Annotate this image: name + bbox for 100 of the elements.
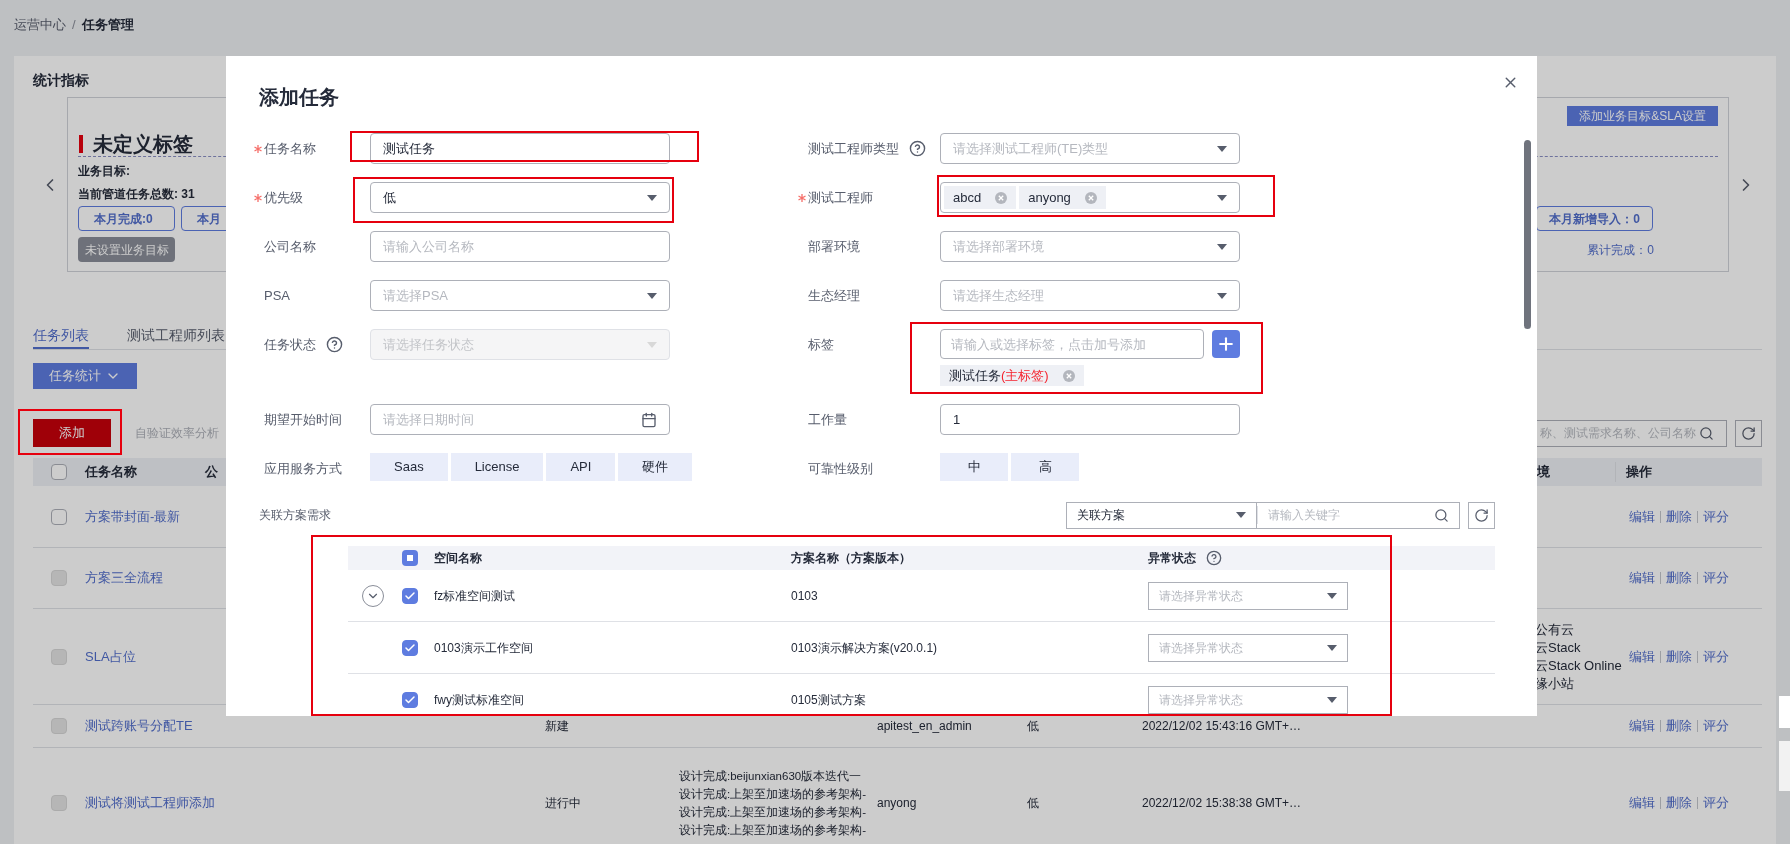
goal-label: 业务目标: <box>78 163 130 180</box>
field-label: 应用服务方式 <box>264 459 342 478</box>
checkbox[interactable] <box>402 587 418 604</box>
table-cell-text: 0103 <box>790 587 819 605</box>
table-cell-text: 0103演示解决方案(v20.0.1) <box>790 639 939 657</box>
field-label: 优先级 <box>264 188 303 207</box>
table-cell: anyong <box>877 795 917 810</box>
field-label: 可靠性级别 <box>808 459 873 478</box>
table-cell-text: 设计完成:上架至加速场的参考架构- <box>679 786 868 802</box>
select-field[interactable]: abcd anyong <box>940 182 1240 213</box>
table-cell-text: 设计完成:beijunxian630版本迭代一 <box>679 768 863 784</box>
option-button[interactable]: License <box>450 453 544 481</box>
table-cell: 低 <box>1027 719 1039 733</box>
total-text: 当前管道任务总数: 31 <box>78 186 195 203</box>
refresh-icon <box>1474 507 1489 523</box>
caret-icon <box>1217 292 1227 299</box>
column-header: 境 <box>1536 463 1551 482</box>
checkbox[interactable] <box>51 508 67 525</box>
scrollbar-thumb[interactable] <box>1524 140 1531 329</box>
action-link[interactable]: 删除 <box>1666 506 1692 527</box>
tab[interactable]: 测试工程师列表 <box>127 324 225 349</box>
column-header: 空间名称 <box>433 550 483 567</box>
add-button[interactable]: 添加 <box>33 419 111 447</box>
table-cell: 2022/12/02 15:43:16 GMT+… <box>1142 719 1302 733</box>
remove-icon[interactable] <box>1062 369 1075 382</box>
caret-icon <box>1327 644 1337 651</box>
field-label: 任务状态 <box>264 335 316 354</box>
action-link[interactable]: 评分 <box>1703 506 1729 527</box>
table-cell-text: 0103演示工作空间 <box>433 639 534 657</box>
field-label: 工作量 <box>808 410 847 429</box>
table-cell-text: fwy测试标准空间 <box>433 691 525 709</box>
expand-toggle[interactable] <box>362 584 384 607</box>
checkbox[interactable] <box>402 550 418 566</box>
caret-icon <box>1327 592 1337 599</box>
section-label: 关联方案需求 <box>259 507 331 524</box>
refresh-button[interactable] <box>1468 501 1495 529</box>
check-icon <box>404 641 416 654</box>
caret-icon <box>647 292 657 299</box>
field-label: 测试工程师 <box>808 188 873 207</box>
text-field[interactable]: 1 <box>940 404 1240 435</box>
option-button[interactable]: 中 <box>940 453 1008 481</box>
checkbox[interactable] <box>402 639 418 656</box>
filter-select[interactable]: 关联方案 <box>1066 501 1257 529</box>
option-button[interactable]: 硬件 <box>618 453 693 481</box>
field-label: 标签 <box>808 335 834 354</box>
field-label: 部署环境 <box>808 237 860 256</box>
field-label: PSA <box>264 286 290 305</box>
action-link[interactable]: 编辑 <box>1629 506 1655 527</box>
remove-icon[interactable] <box>995 191 1008 204</box>
calendar-icon <box>641 411 657 428</box>
text-field[interactable]: 请输入公司名称 <box>370 231 670 262</box>
check-icon <box>404 589 416 602</box>
field-label: 测试工程师类型 <box>808 139 899 158</box>
table-cell: 进行中 <box>545 795 581 810</box>
card-title: 未定义标签 <box>93 132 193 156</box>
cumulative-text: 累计完成：0 <box>1587 241 1654 259</box>
stat-button[interactable]: 本月完成:0 <box>78 206 175 231</box>
caret-icon <box>1217 194 1227 201</box>
option-button[interactable]: 高 <box>1011 453 1079 481</box>
stats-dropdown-button[interactable]: 任务统计 <box>33 363 137 389</box>
caret-icon <box>1327 696 1337 703</box>
table-cell-text: 0105测试方案 <box>790 691 867 709</box>
column-header: 任务名称 <box>85 463 138 482</box>
table-cell: 低 <box>1027 795 1039 810</box>
section-title: 统计指标 <box>33 72 89 88</box>
checkbox[interactable] <box>402 691 418 708</box>
table-cell-text: 设计完成:上架至加速场的参考架构- <box>679 804 868 820</box>
refresh-icon <box>1741 425 1756 441</box>
breadcrumb-item[interactable]: 运营中心 <box>14 15 66 35</box>
search-icon[interactable] <box>1434 507 1449 523</box>
search-icon[interactable] <box>1699 425 1714 441</box>
check-icon <box>404 693 416 706</box>
tag-input-field[interactable]: 请输入或选择标签，点击加号添加 <box>940 329 1204 359</box>
option-button[interactable]: API <box>546 453 616 481</box>
select-field[interactable]: 低 <box>370 182 670 213</box>
column-header: 方案名称（方案版本） <box>790 550 912 567</box>
table-cell: 新建 <box>545 719 569 733</box>
dialog-title: 添加任务 <box>259 86 339 108</box>
field-label: 任务名称 <box>264 139 316 158</box>
caret-icon <box>647 341 657 348</box>
table-cell-text: fz标准空间测试 <box>433 587 517 605</box>
tab[interactable]: 任务列表 <box>33 324 89 349</box>
plus-icon <box>1216 334 1236 354</box>
column-header: 异常状态 <box>1148 550 1196 567</box>
checkbox[interactable] <box>51 464 67 480</box>
table-cell-text: 设计完成:上架至加速场的参考架构- <box>679 822 868 838</box>
table-cell-text: 公有云 <box>1535 620 1575 639</box>
column-header: 操作 <box>1615 462 1762 482</box>
unset-goal-button[interactable]: 未设置业务目标 <box>78 237 175 262</box>
add-tag-button[interactable] <box>1212 330 1240 358</box>
option-button[interactable]: Saas <box>370 453 448 481</box>
caret-icon <box>647 194 657 201</box>
remove-icon[interactable] <box>1084 191 1097 204</box>
table-cell: apitest_en_admin <box>877 719 972 733</box>
refresh-button[interactable] <box>1735 419 1762 447</box>
field-label: 期望开始时间 <box>264 410 342 429</box>
add-goal-button[interactable]: 添加业务目标&SLA设置 <box>1567 106 1718 126</box>
breadcrumb-item: 任务管理 <box>81 16 134 35</box>
tag-chip: anyong <box>1019 186 1106 209</box>
breadcrumb-separator: / <box>72 16 76 35</box>
